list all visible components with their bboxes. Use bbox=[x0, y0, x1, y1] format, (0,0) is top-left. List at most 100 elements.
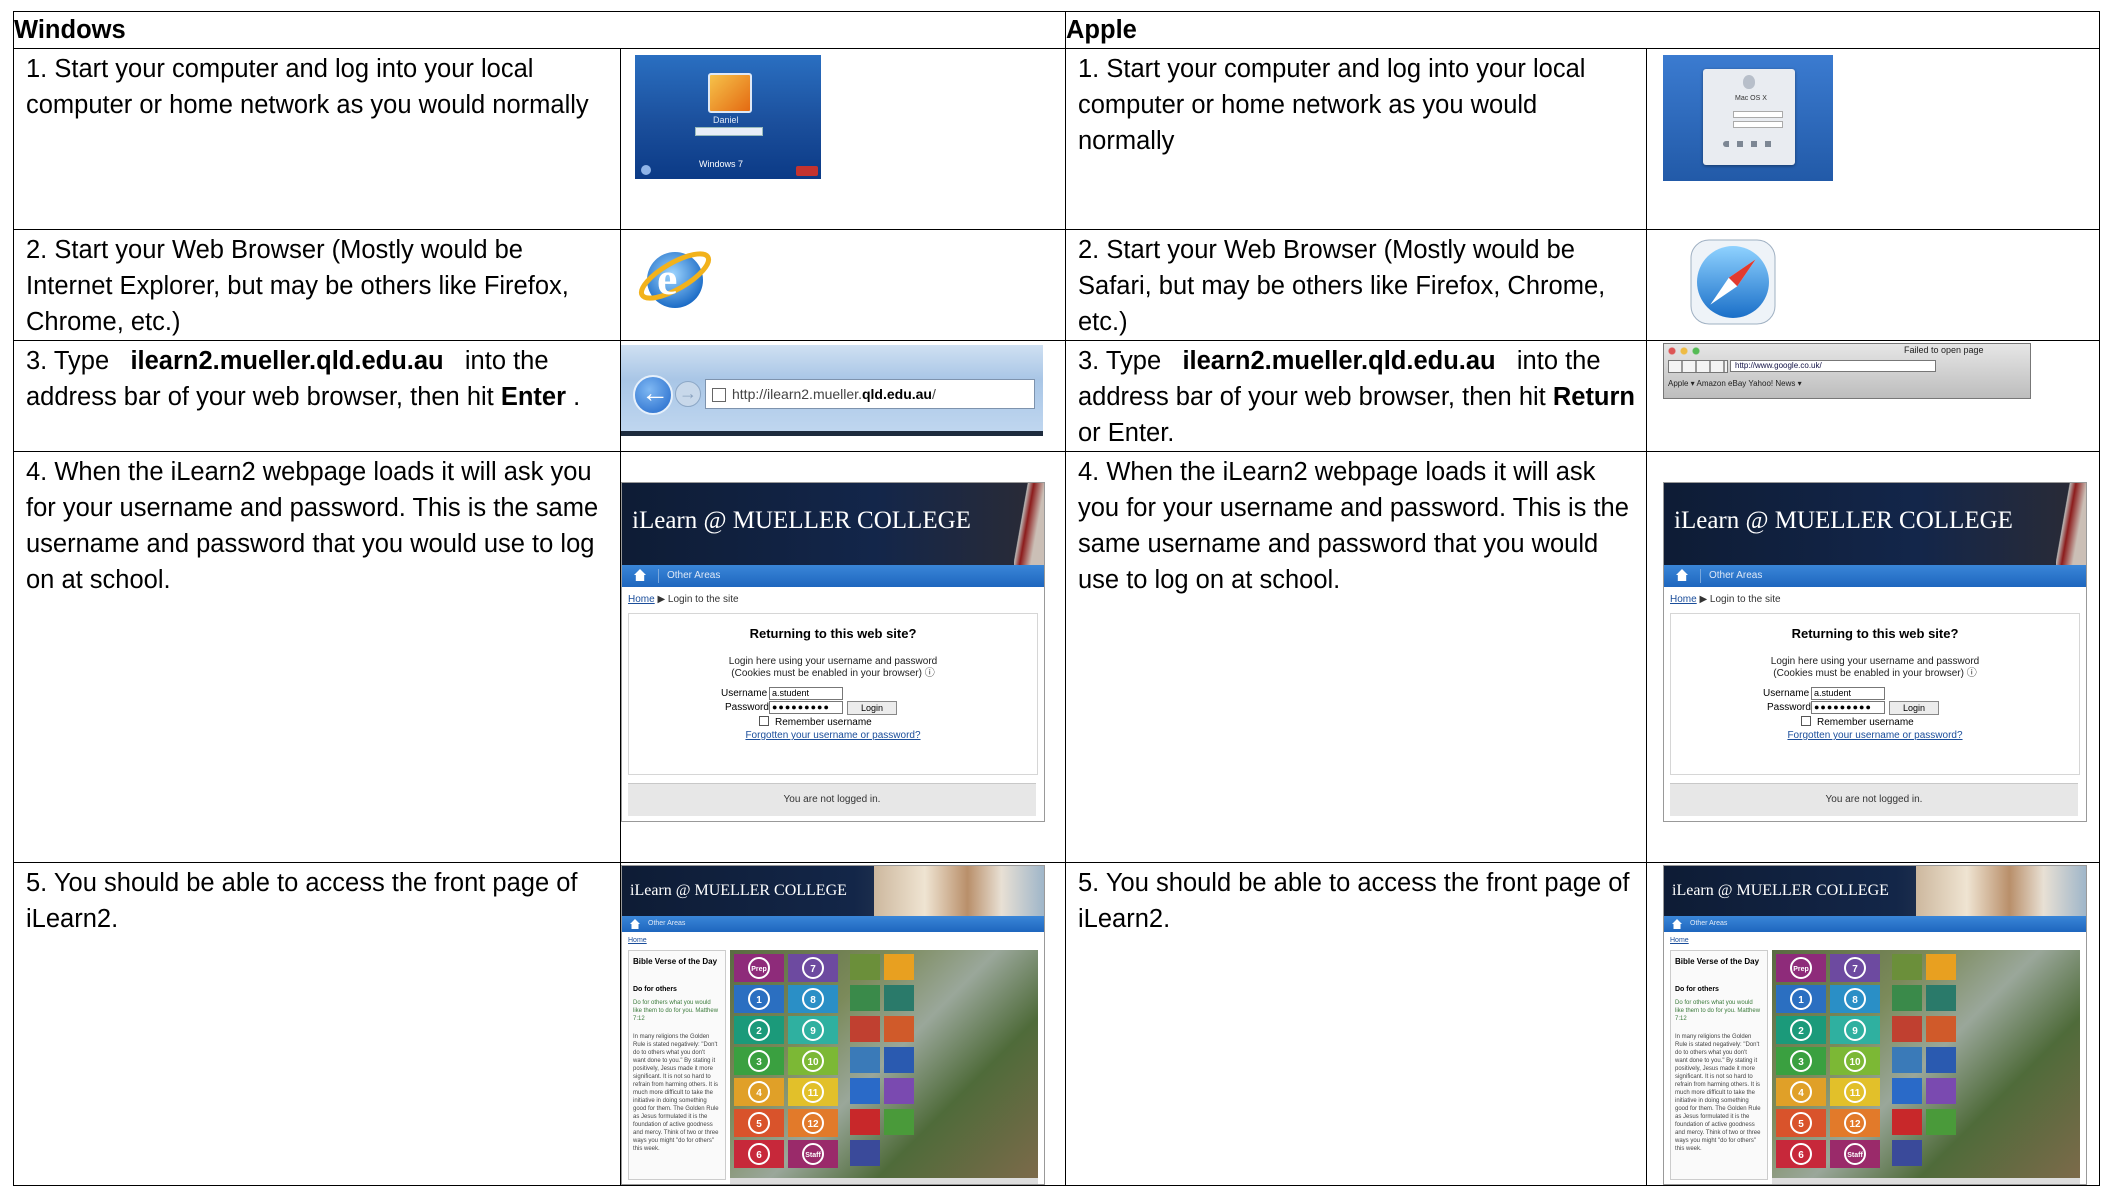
home-icon bbox=[1672, 919, 1682, 929]
app-tile-icon bbox=[1926, 1078, 1956, 1104]
year-tile: 3 bbox=[734, 1047, 784, 1075]
apple-header: Apple bbox=[1065, 11, 2100, 49]
year-tile-label: 1 bbox=[748, 988, 770, 1010]
internet-explorer-icon: e bbox=[638, 251, 712, 308]
step-text: or Enter. bbox=[1078, 419, 1175, 447]
username-label: Username bbox=[721, 688, 768, 699]
site-banner: iLearn @ MUELLER COLLEGE bbox=[1664, 866, 2086, 916]
address-field: http://ilearn2.mueller.qld.edu.au/ bbox=[705, 379, 1035, 409]
year-tile: Prep bbox=[1776, 954, 1826, 982]
course-tiles-area: Prep 7 1 8 2 9 3 10 4 11 5 12 6 Staff bbox=[1772, 950, 2080, 1178]
year-tile: 11 bbox=[788, 1078, 838, 1106]
nav-other-areas: Other Areas bbox=[1690, 920, 1728, 927]
app-tile-icon bbox=[850, 1109, 880, 1135]
password-label: Password bbox=[1767, 702, 1811, 713]
app-tile-icon bbox=[1926, 1047, 1956, 1073]
app-tile-icon bbox=[1892, 1078, 1922, 1104]
year-tile-label: 9 bbox=[802, 1019, 824, 1041]
app-tile-icon bbox=[1892, 1140, 1922, 1166]
windows-address-thumb: http://ilearn2.mueller.qld.edu.au/ bbox=[620, 340, 1066, 452]
safari-icon bbox=[1690, 239, 1776, 325]
year-level-tiles: Prep 7 1 8 2 9 3 10 4 11 5 12 6 Staff bbox=[734, 954, 844, 1174]
safari-address-field: http://www.google.co.uk/ bbox=[1730, 360, 1936, 372]
app-tile-icon bbox=[884, 1047, 914, 1073]
apple-moodle-thumb: iLearn @ MUELLER COLLEGE Other Areas Hom… bbox=[1646, 451, 2100, 863]
year-level-tiles: Prep 7 1 8 2 9 3 10 4 11 5 12 6 Staff bbox=[1776, 954, 1886, 1174]
mac-login-screen: Mac OS X bbox=[1663, 55, 1833, 181]
year-tile-label: Staff bbox=[1844, 1143, 1866, 1165]
app-tile-icon bbox=[850, 1140, 880, 1166]
instructions-table: Windows Apple 1. Start your computer and… bbox=[13, 11, 2100, 1186]
remember-username: Remember username bbox=[759, 716, 872, 729]
year-tile-label: 1 bbox=[1790, 988, 1812, 1010]
app-tile-icon bbox=[850, 1047, 880, 1073]
breadcrumb-home: Home bbox=[628, 937, 647, 944]
nav-bar: Other Areas bbox=[622, 565, 1044, 587]
app-tile-icon bbox=[884, 985, 914, 1011]
step-row-4: 4. When the iLearn2 webpage loads it wil… bbox=[13, 451, 2100, 863]
windows-login-screen: Daniel Windows 7 bbox=[635, 55, 821, 179]
app-tile-icon bbox=[850, 985, 880, 1011]
password-field: ●●●●●●●●● bbox=[1811, 701, 1885, 714]
year-tile-label: 4 bbox=[748, 1081, 770, 1103]
svg-text:e: e bbox=[657, 253, 677, 304]
year-tile-label: 11 bbox=[802, 1081, 824, 1103]
horizontal-scrollbar bbox=[730, 1178, 1038, 1184]
course-tiles-area: Prep 7 1 8 2 9 3 10 4 11 5 12 6 Staff bbox=[730, 950, 1038, 1178]
breadcrumb: Home ▶ Login to the site bbox=[628, 593, 739, 607]
moodle-login-screenshot: iLearn @ MUELLER COLLEGE Other Areas Hom… bbox=[1663, 482, 2087, 822]
remember-username: Remember username bbox=[1801, 716, 1914, 729]
moodle-login-screenshot: iLearn @ MUELLER COLLEGE Other Areas Hom… bbox=[621, 482, 1045, 822]
login-question: Returning to this web site? bbox=[1791, 626, 1959, 641]
mac-login-buttons bbox=[1723, 141, 1779, 147]
app-tile-icon bbox=[884, 1109, 914, 1135]
year-tile-label: 10 bbox=[802, 1050, 824, 1072]
user-name: Daniel bbox=[713, 115, 739, 125]
breadcrumb-current: ▶ Login to the site bbox=[654, 594, 739, 605]
username-field: a.student bbox=[769, 687, 843, 700]
year-tile: Staff bbox=[1830, 1140, 1880, 1168]
app-tile-icon bbox=[1892, 1016, 1922, 1042]
ie-address-bar: http://ilearn2.mueller.qld.edu.au/ bbox=[621, 345, 1043, 436]
year-tile-label: 2 bbox=[1790, 1019, 1812, 1041]
year-tile-label: 7 bbox=[1844, 957, 1866, 979]
step-text: 3. Type bbox=[1078, 347, 1169, 375]
year-tile: 12 bbox=[1830, 1109, 1880, 1137]
step-row-1: 1. Start your computer and log into your… bbox=[13, 48, 2100, 230]
apple-step-4: 4. When the iLearn2 webpage loads it wil… bbox=[1065, 451, 1647, 863]
year-tile: 5 bbox=[1776, 1109, 1826, 1137]
login-box: Returning to this web site? Login here u… bbox=[1670, 613, 2080, 775]
banner-title: iLearn @ MUELLER COLLEGE bbox=[632, 507, 971, 534]
year-tile-label: 12 bbox=[802, 1112, 824, 1134]
breadcrumb-home: Home bbox=[628, 594, 655, 605]
banner-title: iLearn @ MUELLER COLLEGE bbox=[1674, 507, 2013, 534]
password-box bbox=[695, 127, 763, 136]
verse-commentary: In many religions the Golden Rule is sta… bbox=[1675, 1034, 1761, 1152]
step-text: 3. Type bbox=[26, 347, 117, 375]
mac-address-thumb: Failed to open page http://www.google.co… bbox=[1646, 340, 2100, 452]
app-tile-icon bbox=[1926, 985, 1956, 1011]
nav-bar: Other Areas bbox=[1664, 565, 2086, 587]
front-page-screenshot: iLearn @ MUELLER COLLEGE Other Areas Hom… bbox=[1663, 865, 2087, 1185]
app-tile-icon bbox=[1892, 1047, 1922, 1073]
windows-moodle-thumb: iLearn @ MUELLER COLLEGE Other Areas Hom… bbox=[620, 451, 1066, 863]
safari-toolbar: Failed to open page http://www.google.co… bbox=[1663, 343, 2031, 399]
year-tile-label: 5 bbox=[1790, 1112, 1812, 1134]
mac-login-panel: Mac OS X bbox=[1703, 69, 1795, 165]
apple-step-3: 3. Type ilearn2.mueller.qld.edu.au into … bbox=[1065, 340, 1647, 452]
step-row-2: 2. Start your Web Browser (Mostly would … bbox=[13, 229, 2100, 341]
mac-name-field bbox=[1733, 111, 1783, 118]
login-button: Login bbox=[1889, 701, 1939, 715]
apple-step-2: 2. Start your Web Browser (Mostly would … bbox=[1065, 229, 1647, 341]
block-title: Bible Verse of the Day bbox=[633, 957, 718, 966]
app-tiles bbox=[850, 954, 920, 1174]
year-tile-label: 4 bbox=[1790, 1081, 1812, 1103]
year-tile: 2 bbox=[734, 1016, 784, 1044]
url-suffix: / bbox=[931, 386, 936, 402]
key-name: Enter bbox=[500, 383, 567, 411]
verse-commentary: In many religions the Golden Rule is sta… bbox=[633, 1034, 719, 1152]
year-tile-label: 3 bbox=[1790, 1050, 1812, 1072]
site-url: ilearn2.mueller.qld.edu.au bbox=[130, 347, 444, 375]
year-tile-label: Prep bbox=[1790, 957, 1812, 979]
mac-password-field bbox=[1733, 121, 1783, 128]
